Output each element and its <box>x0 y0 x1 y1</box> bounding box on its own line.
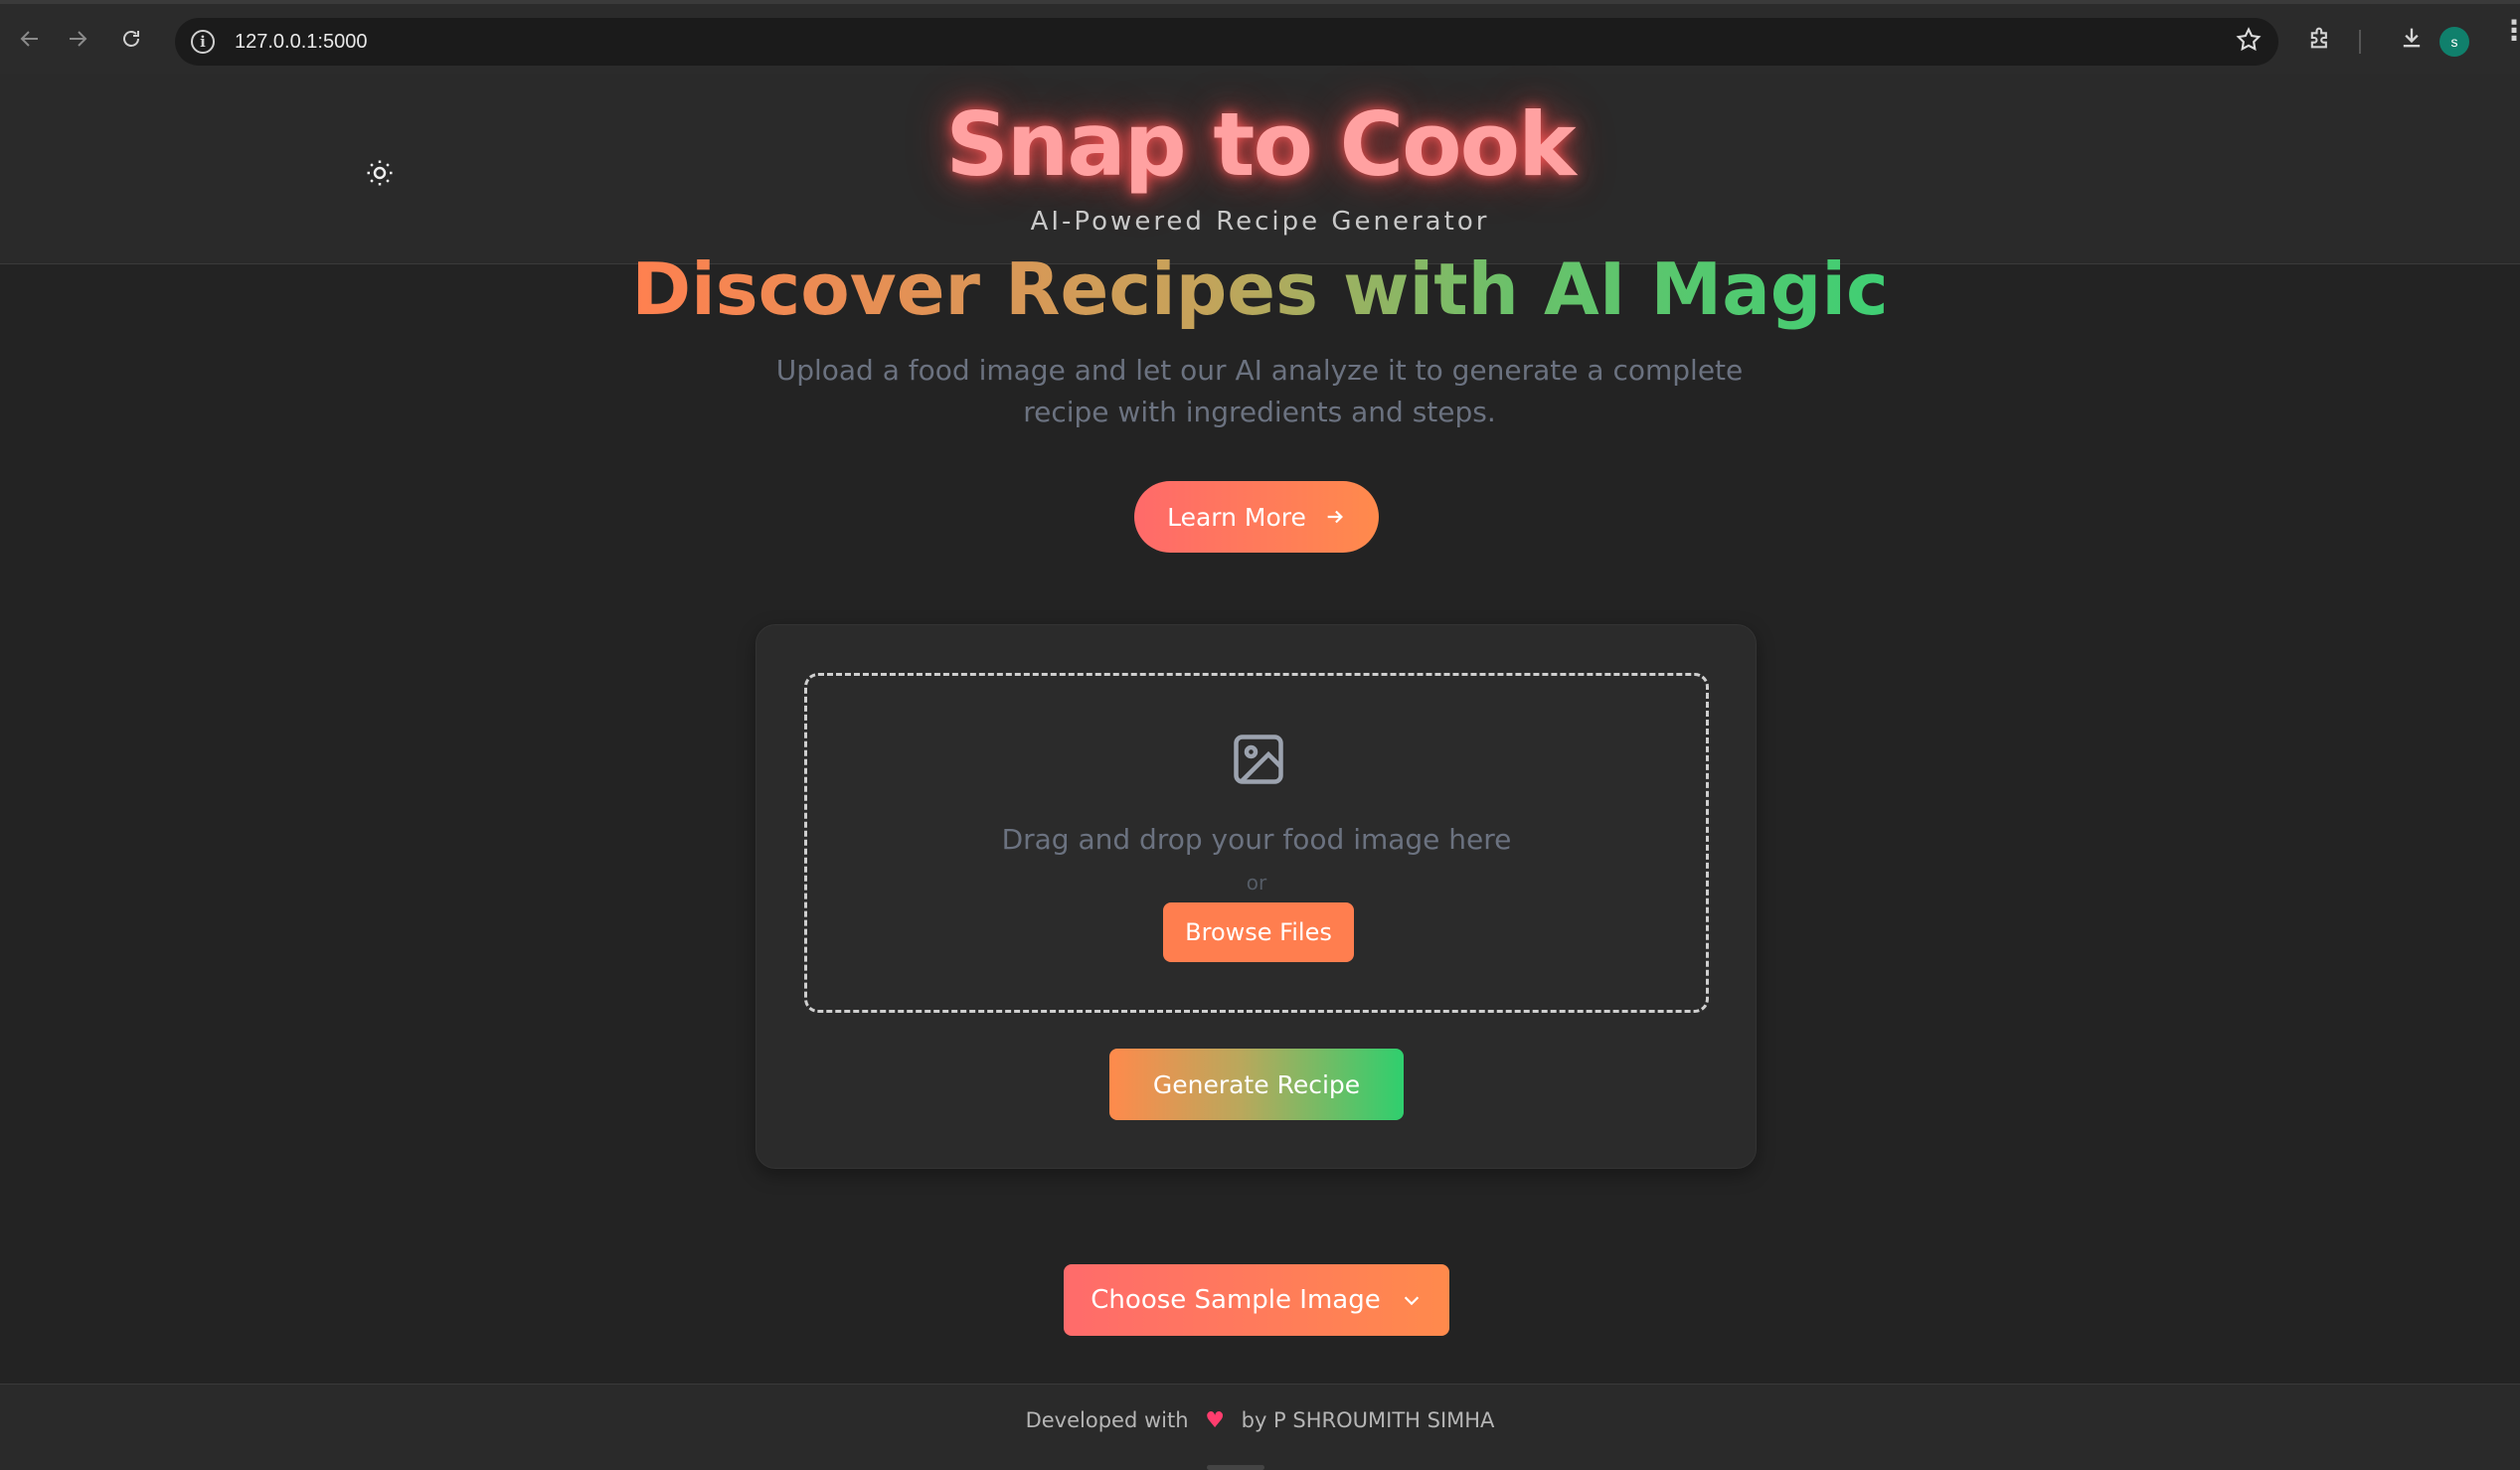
hero-title-text: Discover Recipes with AI Magic <box>631 247 1889 331</box>
browse-files-button[interactable]: Browse Files <box>1163 902 1354 962</box>
info-icon[interactable]: i <box>191 30 215 54</box>
heart-icon: ♥ <box>1205 1408 1225 1433</box>
url-text[interactable]: 127.0.0.1:5000 <box>235 31 367 54</box>
puzzle-icon[interactable] <box>2306 24 2334 59</box>
brand-title: Snap to Cook <box>945 93 1576 196</box>
back-button[interactable] <box>6 15 54 63</box>
arrow-left-icon <box>20 31 38 47</box>
learn-more-label: Learn More <box>1167 502 1306 532</box>
generate-recipe-button[interactable]: Generate Recipe <box>1109 1049 1404 1120</box>
app-header: Snap to Cook AI-Powered Recipe Generator <box>0 74 2520 264</box>
address-bar[interactable]: i 127.0.0.1:5000 <box>175 18 2278 66</box>
profile-avatar[interactable]: s <box>2439 27 2469 57</box>
hero-title: Discover Recipes with AI Magic <box>0 245 2520 334</box>
download-icon[interactable] <box>2398 24 2426 59</box>
arrow-right-icon <box>1327 510 1343 524</box>
browser-toolbar: i 127.0.0.1:5000 s ⋮ <box>0 0 2520 74</box>
footer: Developed with ♥ by P SHROUMITH SIMHA <box>0 1384 2520 1470</box>
drop-zone-text: Drag and drop your food image here <box>1001 823 1512 856</box>
star-icon[interactable] <box>2235 26 2263 61</box>
footer-prefix: Developed with <box>1025 1408 1189 1432</box>
upload-card: Drag and drop your food image here or Br… <box>756 624 1757 1169</box>
reload-icon <box>123 31 139 47</box>
image-icon <box>1234 735 1283 784</box>
forward-button[interactable] <box>54 15 101 63</box>
brand-subtitle: AI-Powered Recipe Generator <box>1030 207 1490 237</box>
reload-button[interactable] <box>107 15 155 63</box>
kebab-menu-icon[interactable]: ⋮ <box>2500 17 2520 45</box>
footer-credit: Developed with ♥ by P SHROUMITH SIMHA <box>0 1408 2520 1433</box>
learn-more-button[interactable]: Learn More <box>1134 481 1379 553</box>
or-separator: or <box>1246 871 1267 895</box>
footer-suffix: by P SHROUMITH SIMHA <box>1241 1408 1495 1432</box>
choose-sample-label: Choose Sample Image <box>1091 1285 1381 1315</box>
toolbar-divider <box>2359 30 2361 54</box>
chevron-down-icon <box>1404 1296 1419 1306</box>
arrow-right-icon <box>70 31 87 47</box>
choose-sample-image-button[interactable]: Choose Sample Image <box>1064 1264 1449 1336</box>
drop-zone[interactable]: Drag and drop your food image here or Br… <box>804 673 1709 1013</box>
hero-description: Upload a food image and let our AI analy… <box>775 354 1744 428</box>
browser-actions <box>2286 4 2520 78</box>
scroll-indicator <box>1207 1465 1264 1470</box>
